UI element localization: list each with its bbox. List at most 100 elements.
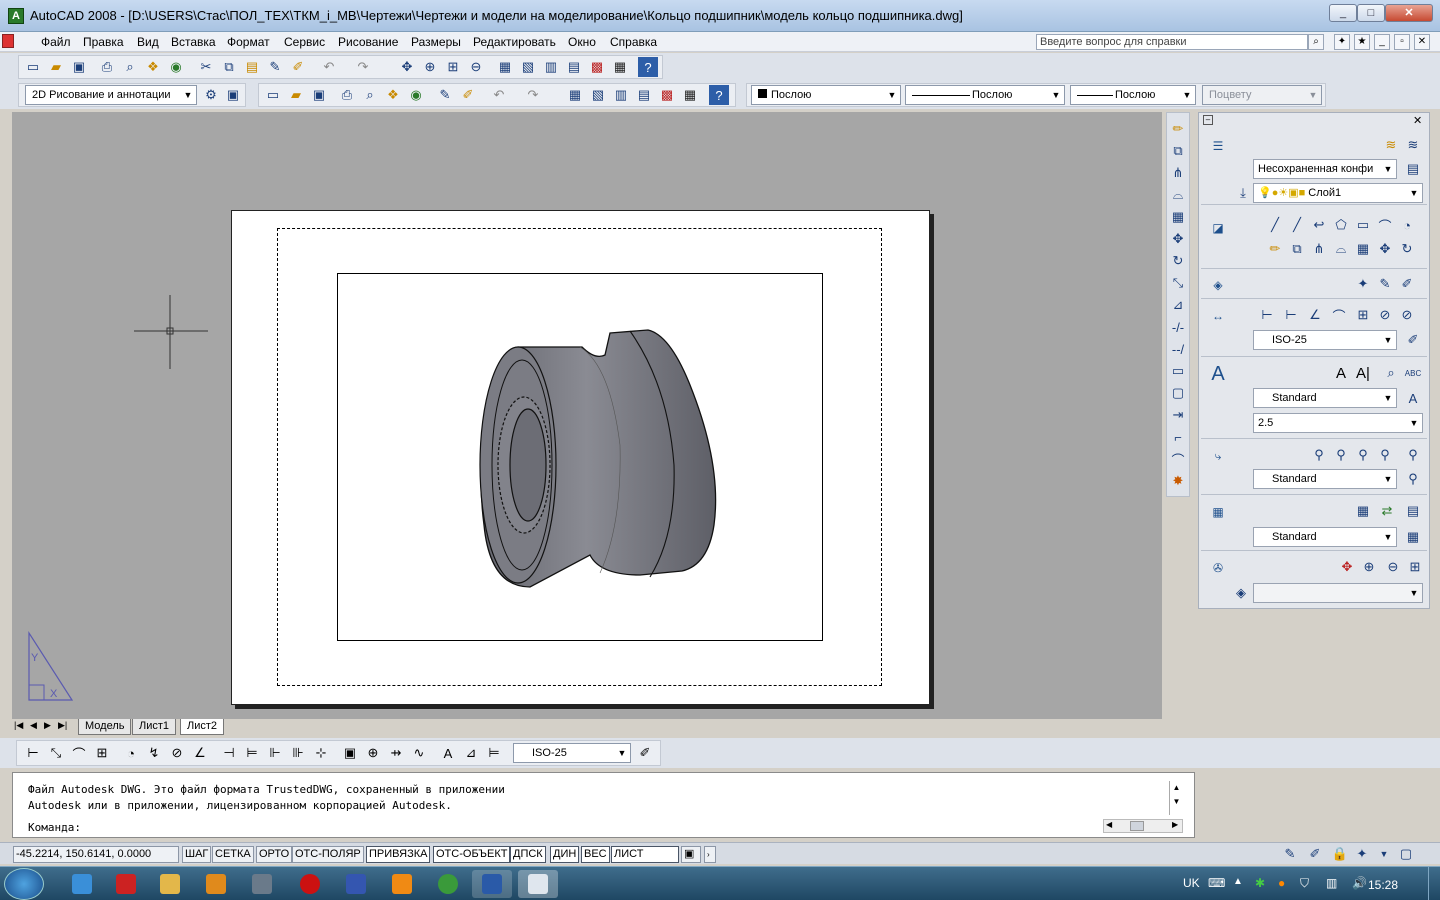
- diameter-dim-icon[interactable]: ⊘: [1397, 305, 1417, 325]
- insert-block-icon[interactable]: ✦: [1353, 274, 1373, 294]
- dashboard-close-icon[interactable]: ✕: [1413, 114, 1422, 127]
- doc-restore-button[interactable]: ▫: [1394, 34, 1410, 50]
- command-prompt[interactable]: Команда:: [28, 821, 81, 834]
- line-icon[interactable]: ╱: [1265, 215, 1285, 235]
- view-nav-icon[interactable]: ◈: [1231, 583, 1251, 603]
- rectangle-icon[interactable]: ▭: [1353, 215, 1373, 235]
- menu-draw[interactable]: Рисование: [335, 34, 401, 50]
- table-style-select[interactable]: Standard ▼: [1253, 527, 1397, 547]
- cut-icon[interactable]: ✂: [196, 57, 216, 77]
- chamfer-icon[interactable]: ⌐: [1168, 427, 1188, 447]
- scroll-right-icon[interactable]: ▶: [1172, 820, 1178, 829]
- dim-style-toolbar-select[interactable]: ISO-25 ▼: [513, 743, 631, 763]
- blocks-icon[interactable]: ◈: [1205, 272, 1231, 298]
- jogged-dim-icon[interactable]: ↯: [144, 743, 164, 763]
- close-button[interactable]: ✕: [1385, 4, 1433, 22]
- arc-length-icon[interactable]: ⌒: [69, 743, 89, 763]
- 2d-draw-icon[interactable]: ◪: [1205, 215, 1231, 241]
- erase-icon[interactable]: ✏: [1168, 119, 1188, 139]
- taskbar-ie[interactable]: [62, 870, 102, 898]
- command-window[interactable]: Файл Autodesk DWG. Это файл формата Trus…: [12, 772, 1195, 838]
- toolbar-lock-icon[interactable]: 🔒: [1330, 844, 1350, 864]
- angular-dim-icon[interactable]: ∠: [190, 743, 210, 763]
- save-icon[interactable]: ▣: [309, 85, 329, 105]
- tab-sheet1[interactable]: Лист1: [132, 719, 177, 735]
- taskbar-word[interactable]: [472, 870, 512, 898]
- continue-dim-icon[interactable]: ⊩: [265, 743, 285, 763]
- menu-file[interactable]: Файл: [38, 34, 74, 50]
- 3d-dwf-icon[interactable]: ◉: [406, 85, 426, 105]
- compass-icon[interactable]: ✇: [1205, 555, 1231, 581]
- dim-edit-icon[interactable]: A: [438, 743, 458, 763]
- match-properties-icon[interactable]: ✎: [435, 85, 455, 105]
- baseline-dim-icon[interactable]: ⊨: [242, 743, 262, 763]
- mleader-add-leader-icon[interactable]: ⚲: [1331, 445, 1351, 465]
- doc-close-button[interactable]: ✕: [1414, 34, 1430, 50]
- open-file-icon[interactable]: ▰: [286, 85, 306, 105]
- show-desktop-button[interactable]: [1428, 867, 1440, 900]
- extend-icon[interactable]: --/: [1168, 339, 1188, 359]
- status-menu-icon[interactable]: ▼: [1374, 844, 1394, 864]
- zoom-window-icon[interactable]: ⊞: [1405, 557, 1425, 577]
- maximize-button[interactable]: □: [1357, 4, 1385, 22]
- language-indicator[interactable]: UK: [1183, 876, 1200, 890]
- tray-expand-icon[interactable]: ▲: [1233, 876, 1243, 887]
- layer-state-select[interactable]: Несохраненная конфи ▼: [1253, 159, 1397, 179]
- explode-icon[interactable]: ✸: [1168, 471, 1188, 491]
- tab-prev-icon[interactable]: ◀: [30, 720, 37, 731]
- tray-app-icon[interactable]: ✱: [1255, 876, 1265, 890]
- start-button[interactable]: [4, 868, 44, 900]
- join-icon[interactable]: ⇥: [1168, 405, 1188, 425]
- grid-toggle[interactable]: СЕТКА: [212, 846, 254, 863]
- text-style-manager-icon[interactable]: A: [1403, 388, 1423, 408]
- paste-icon[interactable]: ▤: [242, 57, 262, 77]
- dim-text-edit-icon[interactable]: ⊿: [461, 743, 481, 763]
- plot-preview-icon[interactable]: ⌕: [120, 57, 140, 77]
- calculator-icon[interactable]: ▦: [610, 57, 630, 77]
- menu-format[interactable]: Формат: [224, 34, 273, 50]
- radius-dim-icon[interactable]: ◔: [121, 743, 141, 763]
- table-style-manager-icon[interactable]: ▦: [1403, 527, 1423, 547]
- comm-center-icon[interactable]: ✦: [1334, 34, 1350, 50]
- workspace-settings-icon[interactable]: ⚙: [201, 85, 221, 105]
- spell-check-icon[interactable]: ABC: [1403, 363, 1423, 383]
- taskbar-notes[interactable]: [382, 870, 422, 898]
- table-export-icon[interactable]: ▤: [1403, 501, 1423, 521]
- volume-icon[interactable]: 🔊: [1352, 876, 1367, 890]
- dim-space-icon[interactable]: ⊪: [288, 743, 308, 763]
- undo-icon[interactable]: ↶: [489, 85, 509, 105]
- zoom-previous-icon[interactable]: ⊖: [466, 57, 486, 77]
- menu-modify[interactable]: Редактировать: [470, 34, 559, 50]
- copy-object-icon[interactable]: ⧉: [1287, 239, 1307, 259]
- text-style-select[interactable]: Standard ▼: [1253, 388, 1397, 408]
- save-icon[interactable]: ▣: [69, 57, 89, 77]
- zoom-realtime-icon[interactable]: ⊕: [420, 57, 440, 77]
- taskbar-antivirus[interactable]: [106, 870, 146, 898]
- doc-icon[interactable]: [2, 34, 14, 48]
- dashboard-menu-icon[interactable]: –: [1203, 115, 1213, 125]
- layers-icon[interactable]: ☰: [1205, 133, 1231, 159]
- tolerance-icon[interactable]: ▣: [340, 743, 360, 763]
- otrack-toggle[interactable]: ОТС-ОБЪЕКТ: [433, 846, 511, 863]
- tab-next-icon[interactable]: ▶: [44, 720, 51, 731]
- taskbar-autocad[interactable]: [518, 870, 558, 898]
- menu-insert[interactable]: Вставка: [168, 34, 219, 50]
- autocad-logo-icon[interactable]: A: [8, 8, 24, 24]
- markup-icon[interactable]: ▩: [587, 57, 607, 77]
- paper-toggle[interactable]: ЛИСТ: [611, 846, 679, 863]
- make-current-icon[interactable]: ⤓: [1233, 183, 1253, 203]
- copy-object-icon[interactable]: ⧉: [1168, 141, 1188, 161]
- design-center-icon[interactable]: ▧: [588, 85, 608, 105]
- 3d-dwf-icon[interactable]: ◉: [166, 57, 186, 77]
- dim-break-icon[interactable]: ⊹: [311, 743, 331, 763]
- status-expand-icon[interactable]: ›: [704, 846, 716, 863]
- help-search-input[interactable]: Введите вопрос для справки: [1036, 34, 1308, 50]
- mleader-style-manager-icon[interactable]: ⚲: [1403, 469, 1423, 489]
- menu-edit[interactable]: Правка: [80, 34, 127, 50]
- break-at-point-icon[interactable]: ▢: [1168, 383, 1188, 403]
- layer-select[interactable]: 💡●☀▣■ Слой1 ▼: [1253, 183, 1423, 203]
- zoom-previous-icon[interactable]: ⊖: [1383, 557, 1403, 577]
- find-text-icon[interactable]: ⌕: [1381, 363, 1401, 383]
- block-editor-icon[interactable]: ✐: [458, 85, 478, 105]
- undo-icon[interactable]: ↶: [319, 57, 339, 77]
